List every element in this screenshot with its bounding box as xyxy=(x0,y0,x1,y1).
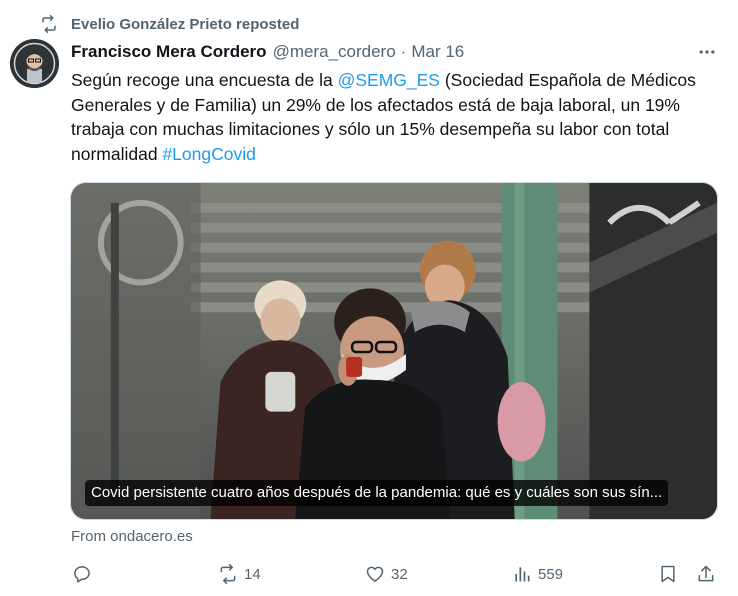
like-button[interactable]: 32 xyxy=(365,562,408,586)
avatar[interactable] xyxy=(10,39,59,88)
view-count: 559 xyxy=(538,565,564,583)
heart-icon xyxy=(366,566,384,582)
author-name[interactable]: Francisco Mera Cordero xyxy=(71,42,267,62)
bookmark-button[interactable] xyxy=(658,562,678,586)
link-card[interactable]: Covid persistente cuatro años después de… xyxy=(70,182,718,520)
action-bar: 14 32 559 xyxy=(70,562,718,586)
author-handle[interactable]: @mera_cordero xyxy=(273,42,396,62)
card-source[interactable]: From ondacero.es xyxy=(71,528,193,545)
more-icon xyxy=(699,50,715,54)
bookmark-icon xyxy=(661,565,675,583)
separator-dot: · xyxy=(400,42,407,61)
hashtag-link[interactable]: #LongCovid xyxy=(162,144,255,164)
views-icon xyxy=(515,567,530,582)
repost-button[interactable]: 14 xyxy=(218,562,261,586)
tweet-date[interactable]: Mar 16 xyxy=(411,42,464,62)
more-button[interactable] xyxy=(696,41,718,63)
share-button[interactable] xyxy=(696,562,716,586)
mention-link[interactable]: @SEMG_ES xyxy=(338,70,440,90)
reply-button[interactable] xyxy=(72,562,98,586)
views-button[interactable]: 559 xyxy=(512,562,563,586)
tweet-text-part-1: Según recoge una encuesta de la xyxy=(71,70,338,90)
repost-icon xyxy=(220,564,236,584)
reply-icon xyxy=(74,566,90,583)
like-count: 32 xyxy=(391,565,408,583)
repost-text[interactable]: Evelio González Prieto reposted xyxy=(71,16,299,33)
card-caption: Covid persistente cuatro años después de… xyxy=(85,480,669,506)
repost-indicator[interactable]: Evelio González Prieto reposted xyxy=(40,13,299,35)
repost-icon xyxy=(42,15,56,33)
avatar-image xyxy=(10,39,59,88)
card-image xyxy=(71,183,717,519)
repost-count: 14 xyxy=(244,565,261,583)
tweet-header: Francisco Mera Cordero @mera_cordero · M… xyxy=(71,41,718,63)
share-icon xyxy=(698,565,714,582)
tweet-text: Según recoge una encuesta de la @SEMG_ES… xyxy=(71,68,721,166)
